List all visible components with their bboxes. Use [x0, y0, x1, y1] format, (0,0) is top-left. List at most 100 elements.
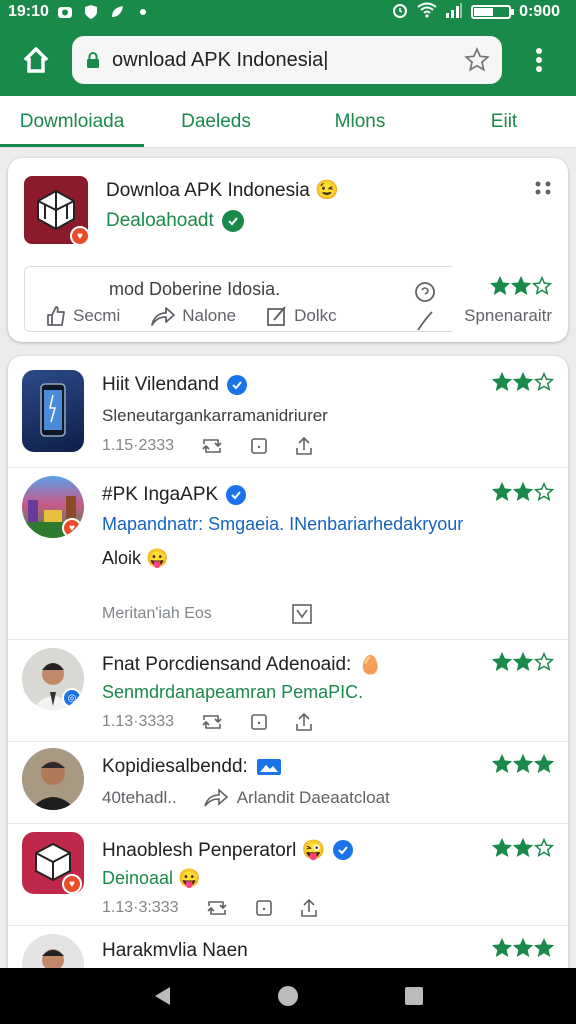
- star-filled-icon: [533, 937, 555, 958]
- help-icon[interactable]: [412, 282, 438, 334]
- featured-app-card[interactable]: ♥ Downloa APK Indonesia 😉 Dealoahoadt mo…: [8, 158, 568, 342]
- retweet-icon[interactable]: [200, 713, 224, 731]
- like-action[interactable]: Secmi: [45, 305, 120, 327]
- list-item[interactable]: ♥ #PK IngaAPK Mapandnatr: Smgaeia. INenb…: [8, 468, 568, 640]
- tab-edit[interactable]: Eiit: [432, 96, 576, 147]
- list-item[interactable]: Hiit Vilendand Sleneutargankarramanidriu…: [8, 356, 568, 468]
- app-icon[interactable]: ♥: [24, 176, 90, 246]
- retweet-icon[interactable]: [205, 899, 229, 917]
- comment-icon[interactable]: [250, 713, 268, 731]
- star-outline-icon[interactable]: [464, 47, 490, 73]
- star-outline-icon: [531, 275, 553, 296]
- tab-label: Dowmloiada: [19, 110, 125, 132]
- post-author-name: Hnaoblesh Penperatorl 😜: [102, 840, 326, 861]
- star-filled-icon: [512, 481, 534, 502]
- post-text: Sleneutargankarramanidriurer: [102, 406, 328, 425]
- star-outline-icon: [533, 481, 555, 502]
- post-author[interactable]: #PK IngaAPK: [102, 484, 247, 506]
- post-author-name: #PK IngaAPK: [102, 484, 219, 505]
- status-clock: 0:900: [519, 3, 560, 20]
- post-author[interactable]: Hnaoblesh Penperatorl 😜: [102, 838, 354, 862]
- heart-badge-icon: ♥: [70, 226, 90, 246]
- status-time: 19:10: [8, 3, 49, 20]
- shield-icon: [83, 4, 99, 20]
- tab-bar: Dowmloiada Daeleds Mlons Eiit: [0, 96, 576, 148]
- home-circle-icon[interactable]: [276, 984, 300, 1008]
- tab-downloads[interactable]: Dowmloiada: [0, 96, 144, 147]
- star-outline-icon: [533, 651, 555, 672]
- status-bar: 19:10 0:900: [0, 0, 576, 24]
- share-action[interactable]: Nalone: [150, 305, 236, 327]
- post-text: Aloik 😛: [102, 548, 169, 568]
- list-item[interactable]: Kopidiesalbendd: 40tehadl.. Arlandit Dae…: [8, 742, 568, 824]
- upload-icon[interactable]: [294, 712, 314, 732]
- cube-logo-icon: [37, 189, 75, 231]
- app-subtitle[interactable]: Dealoahoadt: [106, 210, 244, 232]
- share-label: Arlandit Daeaatcloat: [236, 788, 390, 807]
- like-label: Secmi: [73, 306, 121, 325]
- overflow-menu-icon: [536, 48, 542, 72]
- browser-toolbar: ownload APK Indonesia|: [0, 24, 576, 96]
- verified-icon: [226, 485, 247, 505]
- rating-stars: [491, 837, 555, 863]
- comment-icon[interactable]: [255, 899, 273, 917]
- lock-icon: [87, 52, 99, 68]
- person-photo-icon: [22, 748, 84, 810]
- battery-icon: [471, 5, 515, 19]
- checkbox-icon[interactable]: [291, 604, 312, 624]
- star-filled-icon: [512, 753, 534, 774]
- leaf-icon: [109, 4, 125, 20]
- upload-icon[interactable]: [294, 436, 314, 456]
- star-filled-icon: [491, 837, 513, 858]
- list-item[interactable]: ♥ Hnaoblesh Penperatorl 😜 Deinoaal 😛 1.1…: [8, 824, 568, 926]
- side-label[interactable]: Spnenaraitr: [464, 306, 552, 326]
- heart-badge-icon: ♥: [62, 874, 82, 894]
- star-filled-icon: [512, 651, 534, 672]
- image-icon: [256, 759, 281, 775]
- post-author[interactable]: Harakmvlia Naen: [102, 940, 248, 962]
- back-icon[interactable]: [152, 985, 172, 1007]
- star-filled-icon: [512, 371, 534, 392]
- post-author-name: Fnat Porcdiensand Adenoaid:: [102, 654, 352, 675]
- upload-icon[interactable]: [299, 898, 319, 918]
- post-author[interactable]: Kopidiesalbendd:: [102, 756, 282, 778]
- recents-icon[interactable]: [404, 986, 424, 1006]
- share-icon: [203, 788, 228, 807]
- post-timestamp: 1.15·2333: [102, 437, 175, 454]
- address-bar[interactable]: ownload APK Indonesia|: [72, 36, 502, 84]
- post-meta: Meritan'iah Eos: [102, 604, 312, 624]
- tab-label: Eiit: [490, 110, 518, 132]
- post-author-name: Harakmvlia Naen: [102, 940, 248, 961]
- share-icon: [151, 307, 176, 326]
- edit-icon: [267, 306, 286, 326]
- avatar: ◎: [22, 648, 84, 710]
- star-filled-icon: [491, 371, 513, 392]
- more-dots-icon[interactable]: [534, 180, 552, 196]
- post-text: Senmdrdanapeamran PemaPIC.: [102, 682, 364, 702]
- star-outline-icon: [533, 837, 555, 858]
- tab-details[interactable]: Daeleds: [144, 96, 288, 147]
- post-author[interactable]: Fnat Porcdiensand Adenoaid: 🥚: [102, 654, 382, 676]
- edit-action[interactable]: Dolkc: [266, 305, 337, 327]
- post-timestamp: 1.13·3:333: [102, 899, 179, 916]
- overflow-menu-button[interactable]: [502, 24, 576, 96]
- app-description-box: mod Doberine Idosia. Secmi Nalone Dolkc: [24, 266, 452, 332]
- post-author[interactable]: Hiit Vilendand: [102, 374, 247, 396]
- star-filled-icon: [491, 937, 513, 958]
- post-link[interactable]: Mapandnatr: Smgaeia. INenbariarhedakryou…: [102, 514, 463, 535]
- url-text[interactable]: ownload APK Indonesia|: [112, 49, 464, 72]
- app-subtitle-text: Dealoahoadt: [106, 210, 214, 231]
- avatar: [22, 748, 84, 810]
- retweet-icon[interactable]: [200, 437, 224, 455]
- rating-stars: [491, 651, 555, 677]
- share-action[interactable]: Arlandit Daeaatcloat: [203, 788, 390, 808]
- home-button[interactable]: [0, 24, 72, 96]
- tab-mlons[interactable]: Mlons: [288, 96, 432, 147]
- wifi-icon: [417, 2, 437, 23]
- list-item[interactable]: ◎ Fnat Porcdiensand Adenoaid: 🥚 Senmdrda…: [8, 640, 568, 742]
- avatar: [22, 370, 84, 452]
- edit-label: Dolkc: [294, 306, 337, 325]
- alarm-icon: [391, 1, 409, 24]
- dot-icon: [135, 4, 151, 20]
- comment-icon[interactable]: [250, 437, 268, 455]
